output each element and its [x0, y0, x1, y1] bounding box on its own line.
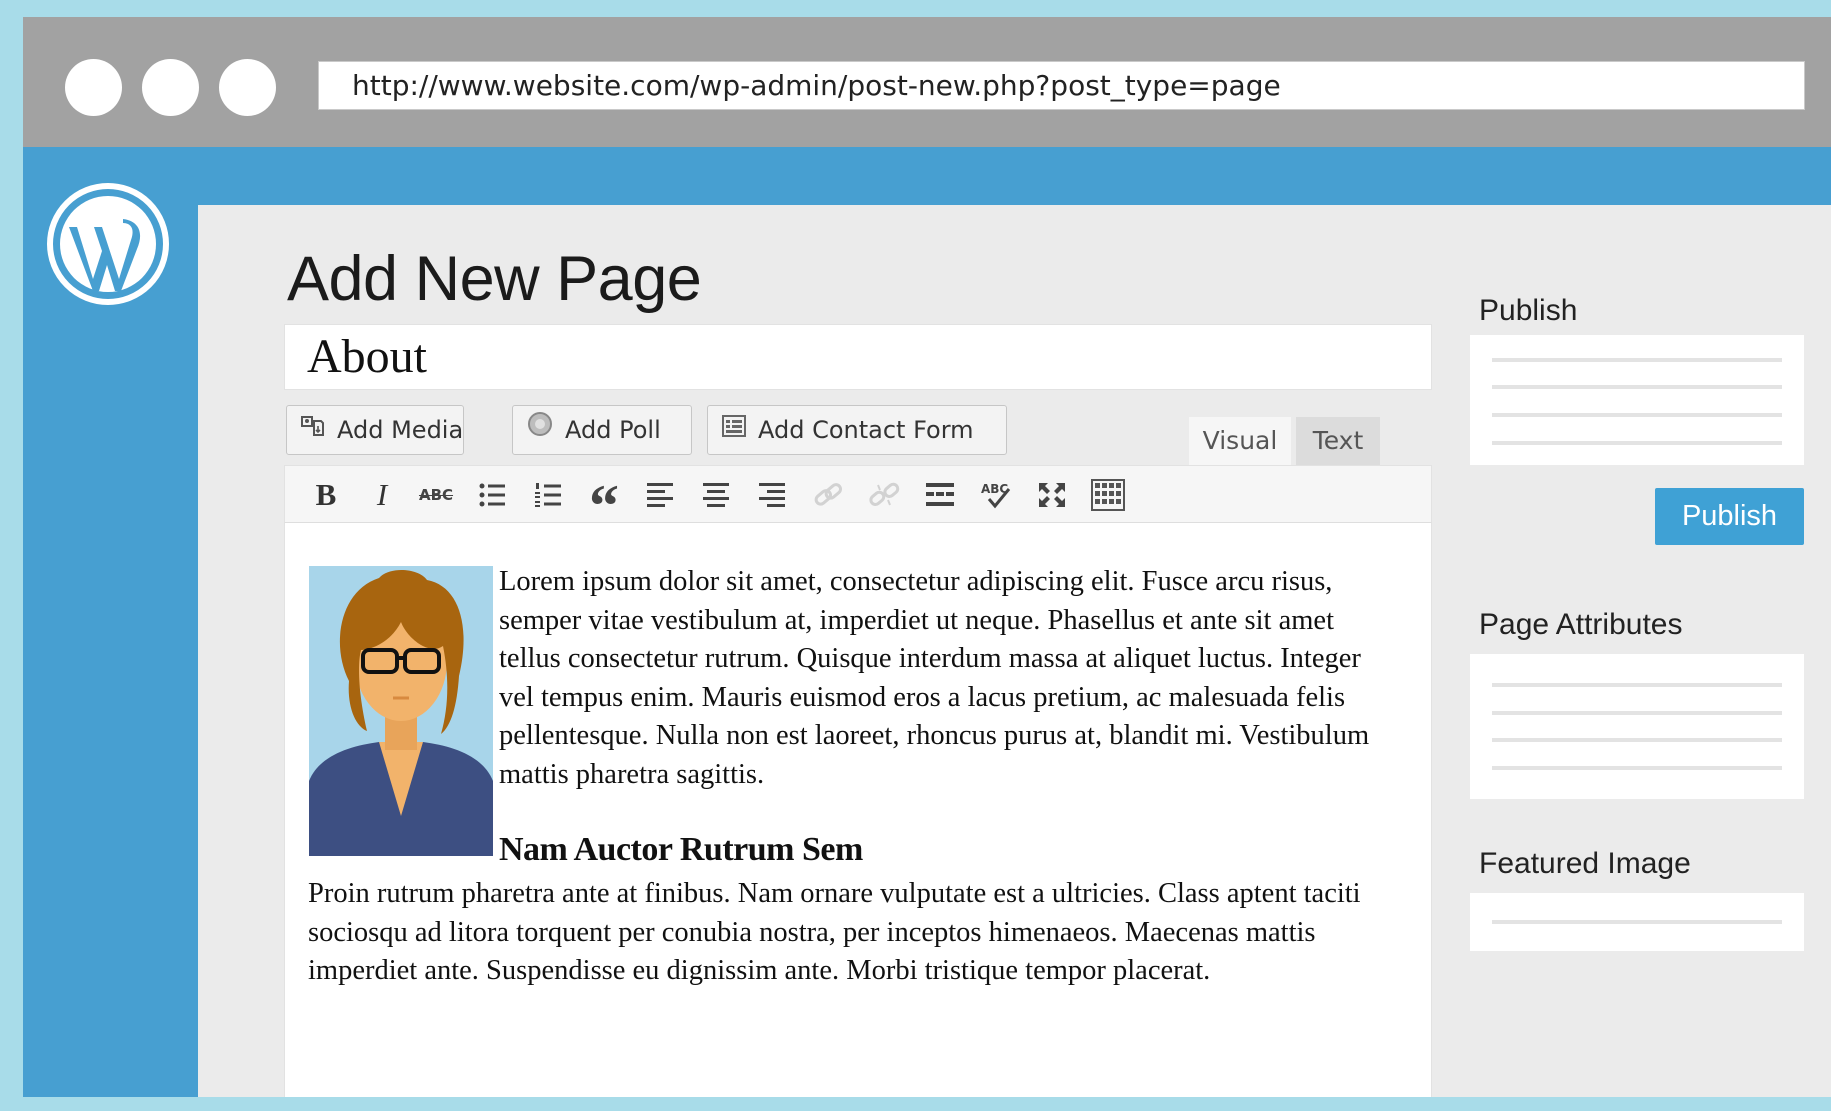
window-minimize-dot[interactable] [142, 59, 199, 116]
main-content: Add New Page About Add Media Add Poll Ad… [198, 205, 1831, 1097]
page-attributes-panel [1470, 654, 1804, 799]
wordpress-logo-icon[interactable] [47, 183, 169, 310]
publish-panel [1470, 335, 1804, 465]
add-media-icon [301, 405, 325, 453]
add-media-label: Add Media [337, 416, 464, 444]
publish-panel-title: Publish [1479, 294, 1578, 327]
spellcheck-icon[interactable]: ABC [979, 478, 1013, 512]
admin-top-bar [198, 147, 1831, 205]
add-poll-button[interactable]: Add Poll [512, 405, 692, 455]
poll-icon [527, 405, 553, 453]
admin-sidebar [23, 147, 198, 1097]
italic-icon[interactable]: I [365, 478, 399, 512]
browser-window: http://www.website.com/wp-admin/post-new… [23, 17, 1831, 1097]
page-attributes-title: Page Attributes [1479, 608, 1683, 641]
editor-toolbar: B I ABC “ ABC [284, 465, 1432, 536]
blockquote-icon[interactable]: “ [587, 476, 621, 536]
window-close-dot[interactable] [65, 59, 122, 116]
contact-form-icon [722, 405, 746, 453]
toolbar-toggle-icon[interactable] [1091, 478, 1125, 512]
content-heading: Nam Auctor Rutrum Sem [499, 831, 863, 868]
bulleted-list-icon[interactable] [475, 478, 509, 512]
add-contact-form-label: Add Contact Form [758, 416, 974, 444]
align-center-icon[interactable] [699, 478, 733, 512]
page-title: Add New Page [287, 244, 702, 314]
add-contact-form-button[interactable]: Add Contact Form [707, 405, 1007, 455]
featured-image-panel[interactable] [1470, 893, 1804, 951]
publish-button[interactable]: Publish [1655, 488, 1804, 545]
bold-icon[interactable]: B [309, 478, 343, 512]
content-paragraph-1: Lorem ipsum dolor sit amet, consectetur … [499, 566, 1370, 790]
tab-text[interactable]: Text [1296, 417, 1380, 465]
fullscreen-icon[interactable] [1035, 478, 1069, 512]
address-bar[interactable]: http://www.website.com/wp-admin/post-new… [318, 61, 1805, 110]
remove-link-icon[interactable] [867, 478, 901, 512]
featured-image-title: Featured Image [1479, 847, 1691, 880]
align-right-icon[interactable] [755, 478, 789, 512]
read-more-icon[interactable] [923, 478, 957, 512]
strikethrough-icon[interactable]: ABC [419, 478, 453, 512]
add-media-button[interactable]: Add Media [286, 405, 464, 455]
add-poll-label: Add Poll [565, 416, 661, 444]
post-title-input[interactable]: About [284, 324, 1432, 390]
browser-chrome: http://www.website.com/wp-admin/post-new… [23, 17, 1831, 147]
align-left-icon[interactable] [643, 478, 677, 512]
insert-link-icon[interactable] [811, 478, 845, 512]
profile-image [309, 566, 493, 856]
editor-content-area[interactable]: Lorem ipsum dolor sit amet, consectetur … [284, 523, 1432, 1097]
window-maximize-dot[interactable] [219, 59, 276, 116]
numbered-list-icon[interactable] [531, 478, 565, 512]
content-paragraph-2: Proin rutrum pharetra ante at finibus. N… [308, 878, 1361, 986]
tab-visual[interactable]: Visual [1189, 417, 1291, 465]
